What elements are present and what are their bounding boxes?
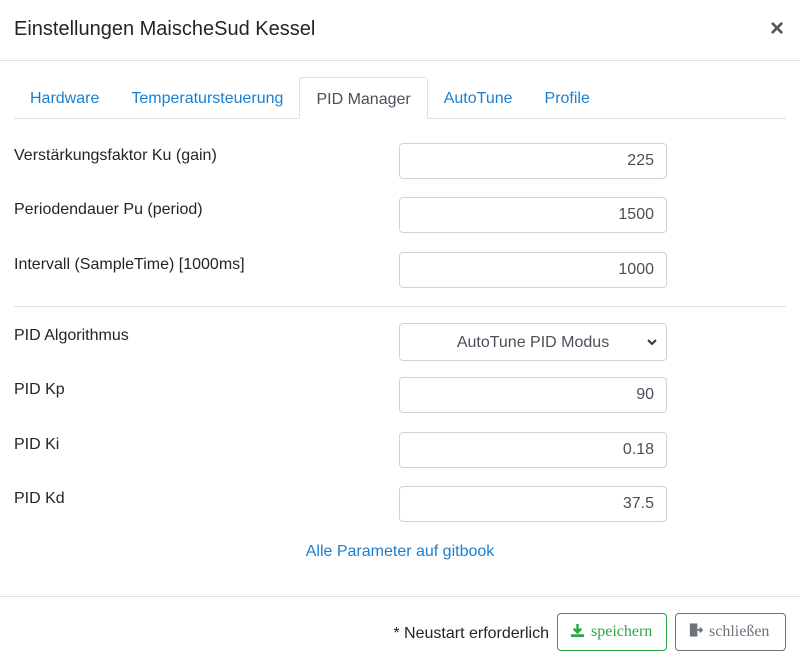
algorithm-row: PID Algorithmus AutoTune PID Modus bbox=[14, 323, 786, 363]
pu-label: Periodendauer Pu (period) bbox=[14, 201, 203, 218]
algorithm-select[interactable]: AutoTune PID Modus bbox=[399, 323, 667, 361]
close-icon[interactable]: × bbox=[770, 16, 784, 42]
gitbook-link[interactable]: Alle Parameter auf gitbook bbox=[0, 543, 800, 561]
interval-input[interactable] bbox=[399, 252, 667, 288]
settings-modal: Einstellungen MaischeSud Kessel × Hardwa… bbox=[0, 0, 800, 658]
modal-header: Einstellungen MaischeSud Kessel × bbox=[0, 0, 800, 61]
interval-label: Intervall (SampleTime) [1000ms] bbox=[14, 256, 245, 273]
kd-input[interactable] bbox=[399, 486, 667, 522]
restart-note: * Neustart erforderlich bbox=[393, 625, 549, 642]
exit-icon bbox=[688, 623, 709, 640]
tab-hardware[interactable]: Hardware bbox=[14, 77, 115, 118]
tab-profile[interactable]: Profile bbox=[529, 77, 606, 118]
ki-row: PID Ki bbox=[14, 432, 786, 472]
kp-row: PID Kp bbox=[14, 377, 786, 417]
kp-input[interactable] bbox=[399, 377, 667, 413]
save-button[interactable]: speichern bbox=[557, 613, 667, 651]
ku-row: Verstärkungsfaktor Ku (gain) bbox=[14, 143, 786, 183]
ku-label: Verstärkungsfaktor Ku (gain) bbox=[14, 147, 217, 164]
pu-input[interactable] bbox=[399, 197, 667, 233]
ku-input[interactable] bbox=[399, 143, 667, 179]
pu-row: Periodendauer Pu (period) bbox=[14, 197, 786, 237]
tab-temperatursteuerung[interactable]: Temperatursteuerung bbox=[115, 77, 299, 118]
save-label: speichern bbox=[591, 623, 653, 640]
kd-label: PID Kd bbox=[14, 490, 65, 507]
ki-label: PID Ki bbox=[14, 436, 60, 453]
close-button[interactable]: schließen bbox=[675, 613, 786, 651]
algorithm-label: PID Algorithmus bbox=[14, 327, 129, 344]
kp-label: PID Kp bbox=[14, 381, 65, 398]
close-label: schließen bbox=[709, 623, 770, 640]
modal-footer: * Neustart erforderlich speichern schlie… bbox=[0, 596, 800, 659]
tab-autotune[interactable]: AutoTune bbox=[428, 77, 529, 118]
ki-input[interactable] bbox=[399, 432, 667, 468]
divider bbox=[14, 306, 786, 307]
download-icon bbox=[570, 623, 591, 640]
tab-bar: Hardware Temperatursteuerung PID Manager… bbox=[14, 77, 786, 119]
tab-pid-manager[interactable]: PID Manager bbox=[299, 77, 428, 119]
kd-row: PID Kd bbox=[14, 486, 786, 526]
modal-title: Einstellungen MaischeSud Kessel bbox=[14, 18, 316, 40]
interval-row: Intervall (SampleTime) [1000ms] bbox=[14, 252, 786, 292]
chevron-down-icon bbox=[646, 324, 658, 377]
algorithm-selected: AutoTune PID Modus bbox=[456, 334, 610, 351]
